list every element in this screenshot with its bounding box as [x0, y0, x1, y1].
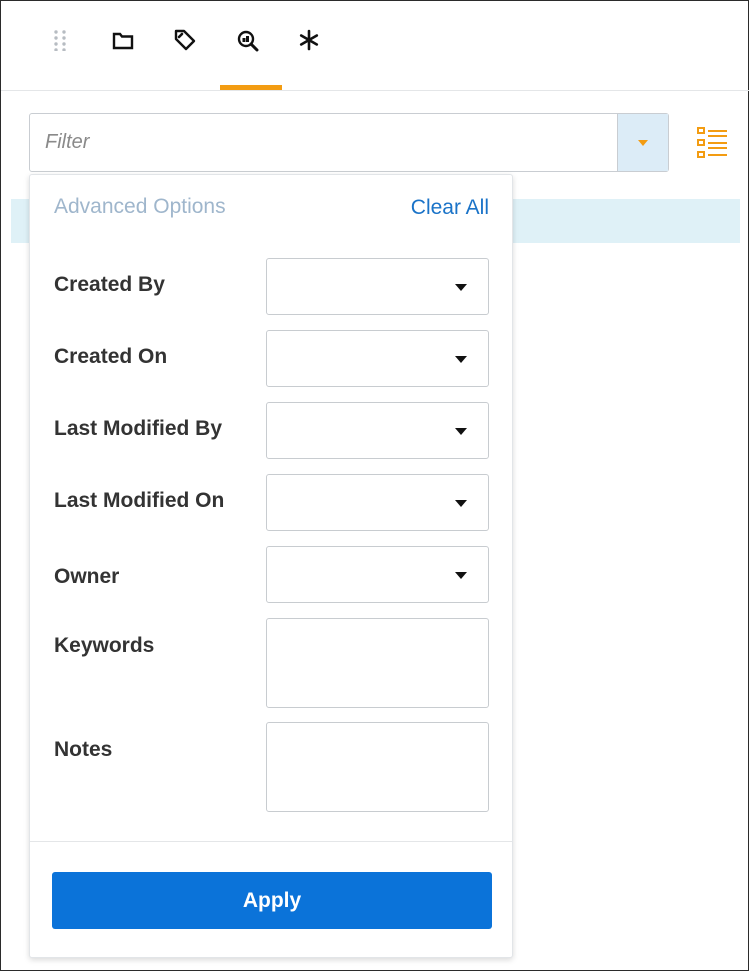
advanced-options-panel: Advanced Options Clear All Created By Cr…: [29, 174, 513, 958]
caret-down-icon: [455, 572, 467, 579]
tag-icon[interactable]: [172, 25, 198, 55]
divider: [30, 841, 512, 842]
toolbar: [1, 1, 749, 91]
clear-all-link[interactable]: Clear All: [411, 196, 489, 220]
owner-label: Owner: [54, 565, 120, 588]
caret-down-icon: [455, 284, 467, 291]
notes-label: Notes: [54, 738, 113, 761]
panel-title: Advanced Options: [54, 195, 226, 218]
created-on-label: Created On: [54, 345, 168, 368]
list-view-icon[interactable]: [695, 125, 731, 161]
keywords-field[interactable]: [266, 618, 489, 708]
last-modified-on-select[interactable]: [266, 474, 489, 531]
apply-button[interactable]: Apply: [52, 872, 492, 929]
caret-down-icon: [455, 428, 467, 435]
chevron-down-icon: [638, 139, 648, 146]
notes-field[interactable]: [266, 722, 489, 812]
active-tab-indicator: [220, 85, 282, 90]
filter-input[interactable]: [31, 115, 616, 170]
search-document-icon[interactable]: [235, 25, 261, 55]
owner-select[interactable]: [266, 546, 489, 603]
caret-down-icon: [455, 356, 467, 363]
filter-box: [29, 113, 669, 172]
caret-down-icon: [455, 500, 467, 507]
created-on-select[interactable]: [266, 330, 489, 387]
advanced-options-toggle[interactable]: [617, 114, 668, 171]
folder-icon[interactable]: [110, 25, 136, 55]
app-frame: Advanced Options Clear All Created By Cr…: [0, 0, 749, 971]
last-modified-by-label: Last Modified By: [54, 417, 223, 440]
created-by-label: Created By: [54, 273, 165, 296]
asterisk-icon[interactable]: [296, 25, 322, 55]
last-modified-by-select[interactable]: [266, 402, 489, 459]
keywords-label: Keywords: [54, 634, 155, 657]
drag-handle-icon[interactable]: [47, 25, 73, 55]
last-modified-on-label: Last Modified On: [54, 489, 225, 512]
created-by-select[interactable]: [266, 258, 489, 315]
